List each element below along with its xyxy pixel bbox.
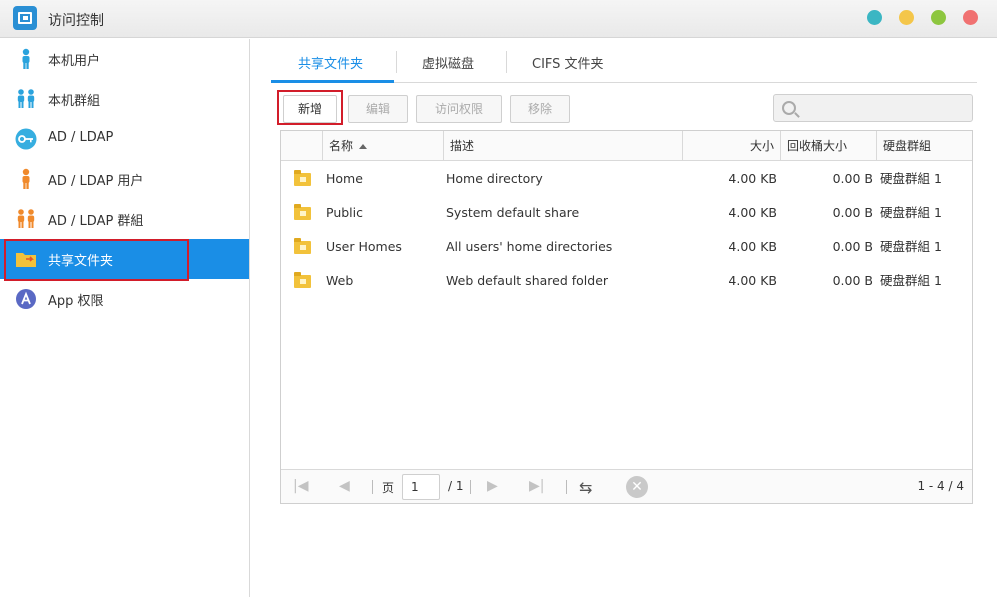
sort-ascending-icon xyxy=(359,144,368,149)
window-title: 访问控制 xyxy=(48,13,104,29)
row-recycle-size: 0.00 B xyxy=(832,273,873,288)
tab-divider xyxy=(396,51,397,73)
search-input[interactable] xyxy=(773,94,973,122)
maximize-button[interactable] xyxy=(931,10,946,25)
row-recycle-size: 0.00 B xyxy=(832,171,873,186)
folder-icon xyxy=(294,170,311,186)
pager-divider xyxy=(372,480,373,494)
title-bar: 访问控制 xyxy=(0,0,997,38)
sidebar: 本机用户 本机群組 AD / LDAP AD / LDAP 用户 AD / LD… xyxy=(0,39,250,597)
folder-icon xyxy=(294,272,311,288)
page-label: 页 xyxy=(382,481,395,495)
column-disk-group-header[interactable]: 硬盘群組 xyxy=(876,131,972,161)
sidebar-item-label: 本机群組 xyxy=(48,94,101,109)
sidebar-item-label: 本机用户 xyxy=(48,54,101,69)
tab-cifs-folder[interactable]: CIFS 文件夹 xyxy=(532,53,604,72)
row-size: 4.00 KB xyxy=(728,239,777,254)
close-button[interactable] xyxy=(963,10,978,25)
sidebar-item-label: App 权限 xyxy=(48,294,104,309)
minimize-button[interactable] xyxy=(899,10,914,25)
row-description: All users' home directories xyxy=(446,239,613,254)
sidebar-item-app-permissions[interactable]: App 权限 xyxy=(0,279,249,319)
row-name: User Homes xyxy=(326,239,402,254)
sidebar-item-local-groups[interactable]: 本机群組 xyxy=(0,79,249,119)
row-disk-group: 硬盘群組 1 xyxy=(880,273,942,288)
row-description: System default share xyxy=(446,205,580,220)
shared-folder-table: 名称 描述 大小 回收桶大小 硬盘群組 Home Home directory … xyxy=(280,130,973,504)
highlight-new-button xyxy=(277,90,343,125)
ldap-group-icon xyxy=(17,209,35,228)
group-icon xyxy=(17,89,35,108)
row-description: Home directory xyxy=(446,171,543,186)
row-description: Web default shared folder xyxy=(446,273,609,288)
remove-button[interactable]: 移除 xyxy=(510,95,570,123)
edit-button[interactable]: 编辑 xyxy=(348,95,408,123)
row-name: Home xyxy=(326,171,363,186)
pager-divider xyxy=(470,480,471,494)
previous-page-icon[interactable]: ◀ xyxy=(339,478,350,494)
sidebar-item-label: AD / LDAP 群組 xyxy=(48,214,144,229)
sidebar-item-label: AD / LDAP xyxy=(48,130,114,145)
table-row[interactable]: Public System default share 4.00 KB 0.00… xyxy=(281,196,972,230)
next-page-icon[interactable]: ▶ xyxy=(487,478,498,494)
app-icon xyxy=(16,289,36,309)
tab-shared-folders[interactable]: 共享文件夹 xyxy=(298,53,363,72)
row-recycle-size: 0.00 B xyxy=(832,205,873,220)
first-page-icon[interactable]: |◀ xyxy=(293,478,308,494)
row-name: Web xyxy=(326,273,354,288)
refresh-icon[interactable]: ⇆ xyxy=(579,478,592,497)
pagination-bar: |◀ ◀ 页 1 / 1 ▶ ▶| ⇆ ✕ 1 - 4 / 4 xyxy=(281,469,972,503)
window-dot-teal[interactable] xyxy=(867,10,882,25)
access-control-app-icon xyxy=(13,6,37,30)
row-size: 4.00 KB xyxy=(728,205,777,220)
last-page-icon[interactable]: ▶| xyxy=(529,478,544,494)
total-pages: / 1 xyxy=(448,479,464,493)
table-row[interactable]: Home Home directory 4.00 KB 0.00 B 硬盘群組 … xyxy=(281,162,972,196)
table-header: 名称 描述 大小 回收桶大小 硬盘群組 xyxy=(281,131,972,161)
active-tab-indicator xyxy=(271,80,394,83)
record-range: 1 - 4 / 4 xyxy=(917,479,964,493)
table-row[interactable]: Web Web default shared folder 4.00 KB 0.… xyxy=(281,264,972,298)
sidebar-item-ad-ldap-groups[interactable]: AD / LDAP 群組 xyxy=(0,199,249,239)
column-name-header[interactable]: 名称 xyxy=(322,131,443,161)
table-row[interactable]: User Homes All users' home directories 4… xyxy=(281,230,972,264)
ldap-user-icon xyxy=(22,168,30,189)
row-disk-group: 硬盘群組 1 xyxy=(880,239,942,254)
page-number-input[interactable]: 1 xyxy=(402,474,440,500)
column-recycle-size-header[interactable]: 回收桶大小 xyxy=(780,131,876,161)
folder-icon xyxy=(294,204,311,220)
user-icon xyxy=(22,48,30,69)
sidebar-item-label: AD / LDAP 用户 xyxy=(48,174,144,189)
column-size-header[interactable]: 大小 xyxy=(682,131,780,161)
tab-bar: 共享文件夹 虚拟磁盘 CIFS 文件夹 xyxy=(271,39,977,83)
access-permission-button[interactable]: 访问权限 xyxy=(416,95,502,123)
row-size: 4.00 KB xyxy=(728,273,777,288)
column-description-header[interactable]: 描述 xyxy=(443,131,682,161)
row-disk-group: 硬盘群組 1 xyxy=(880,171,942,186)
sidebar-item-local-users[interactable]: 本机用户 xyxy=(0,39,249,79)
row-name: Public xyxy=(326,205,363,220)
clear-icon[interactable]: ✕ xyxy=(626,476,648,498)
key-icon xyxy=(15,128,37,150)
tab-divider xyxy=(506,51,507,73)
row-recycle-size: 0.00 B xyxy=(832,239,873,254)
sidebar-item-ad-ldap-users[interactable]: AD / LDAP 用户 xyxy=(0,159,249,199)
search-icon xyxy=(782,101,796,115)
tab-virtual-disk[interactable]: 虚拟磁盘 xyxy=(422,53,474,72)
pager-divider xyxy=(566,480,567,494)
folder-icon xyxy=(294,238,311,254)
highlight-shared-folders xyxy=(4,239,189,281)
sidebar-item-ad-ldap[interactable]: AD / LDAP xyxy=(0,119,249,159)
row-disk-group: 硬盘群組 1 xyxy=(880,205,942,220)
row-size: 4.00 KB xyxy=(728,171,777,186)
